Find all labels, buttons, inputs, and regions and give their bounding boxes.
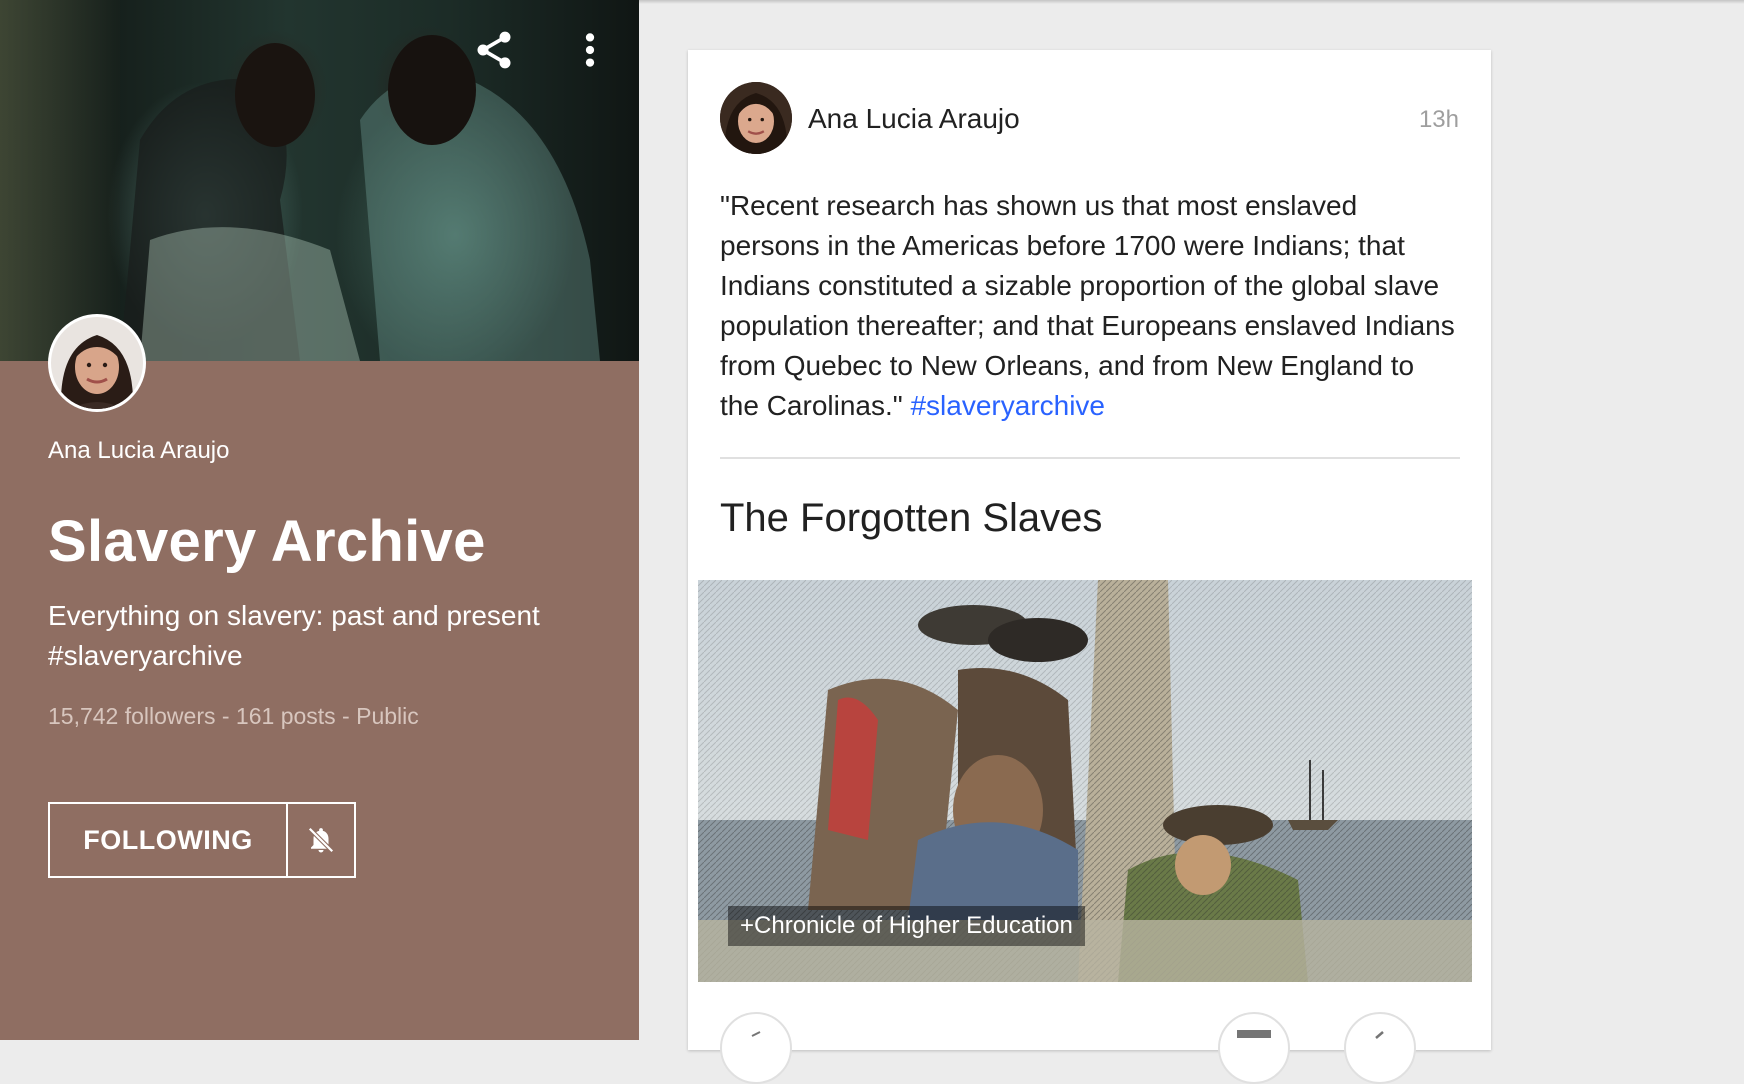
cover-scene — [120, 35, 600, 361]
post-author-avatar[interactable] — [720, 82, 792, 154]
share-icon — [477, 31, 511, 69]
link-title[interactable]: The Forgotten Slaves — [720, 496, 1102, 541]
owner-name[interactable]: Ana Lucia Araujo — [48, 437, 229, 465]
comment-icon — [1237, 1030, 1271, 1038]
plus-one-icon — [751, 1031, 761, 1037]
notifications-toggle-button[interactable] — [288, 804, 354, 876]
share-button[interactable] — [470, 26, 518, 74]
collection-description: Everything on slavery: past and present … — [48, 600, 540, 671]
link-preview-image[interactable]: +Chronicle of Higher Education — [698, 580, 1472, 982]
post-author-name[interactable]: Ana Lucia Araujo — [808, 103, 1020, 135]
post-timestamp[interactable]: 13h — [1419, 106, 1459, 134]
more-options-button[interactable] — [566, 26, 614, 74]
post-card: Ana Lucia Araujo 13h "Recent research ha… — [688, 50, 1491, 1084]
collection-title: Slavery Archive — [48, 509, 486, 574]
following-button[interactable]: FOLLOWING — [50, 804, 288, 876]
header-shadow — [639, 0, 1744, 4]
collection-stats: 15,742 followers - 161 posts - Public — [48, 703, 419, 729]
owner-avatar[interactable] — [48, 314, 146, 412]
notifications-off-icon — [308, 827, 334, 853]
post-text: "Recent research has shown us that most … — [720, 190, 1455, 421]
divider — [720, 457, 1460, 459]
more-vert-icon — [585, 33, 595, 67]
collection-panel: Ana Lucia Araujo Slavery Archive Everyth… — [0, 0, 639, 1040]
follow-control: FOLLOWING — [48, 802, 356, 878]
comment-button[interactable] — [1218, 1012, 1290, 1084]
share-post-button[interactable] — [1344, 1012, 1416, 1084]
post-body: "Recent research has shown us that most … — [720, 186, 1460, 426]
share-arrow-icon — [1375, 1031, 1384, 1039]
hashtag-link[interactable]: #slaveryarchive — [910, 390, 1105, 421]
avatar-portrait — [51, 317, 143, 409]
avatar-portrait — [720, 82, 792, 154]
cover-image — [0, 0, 639, 361]
image-source-caption[interactable]: +Chronicle of Higher Education — [728, 906, 1085, 946]
plus-one-button[interactable] — [720, 1012, 792, 1084]
